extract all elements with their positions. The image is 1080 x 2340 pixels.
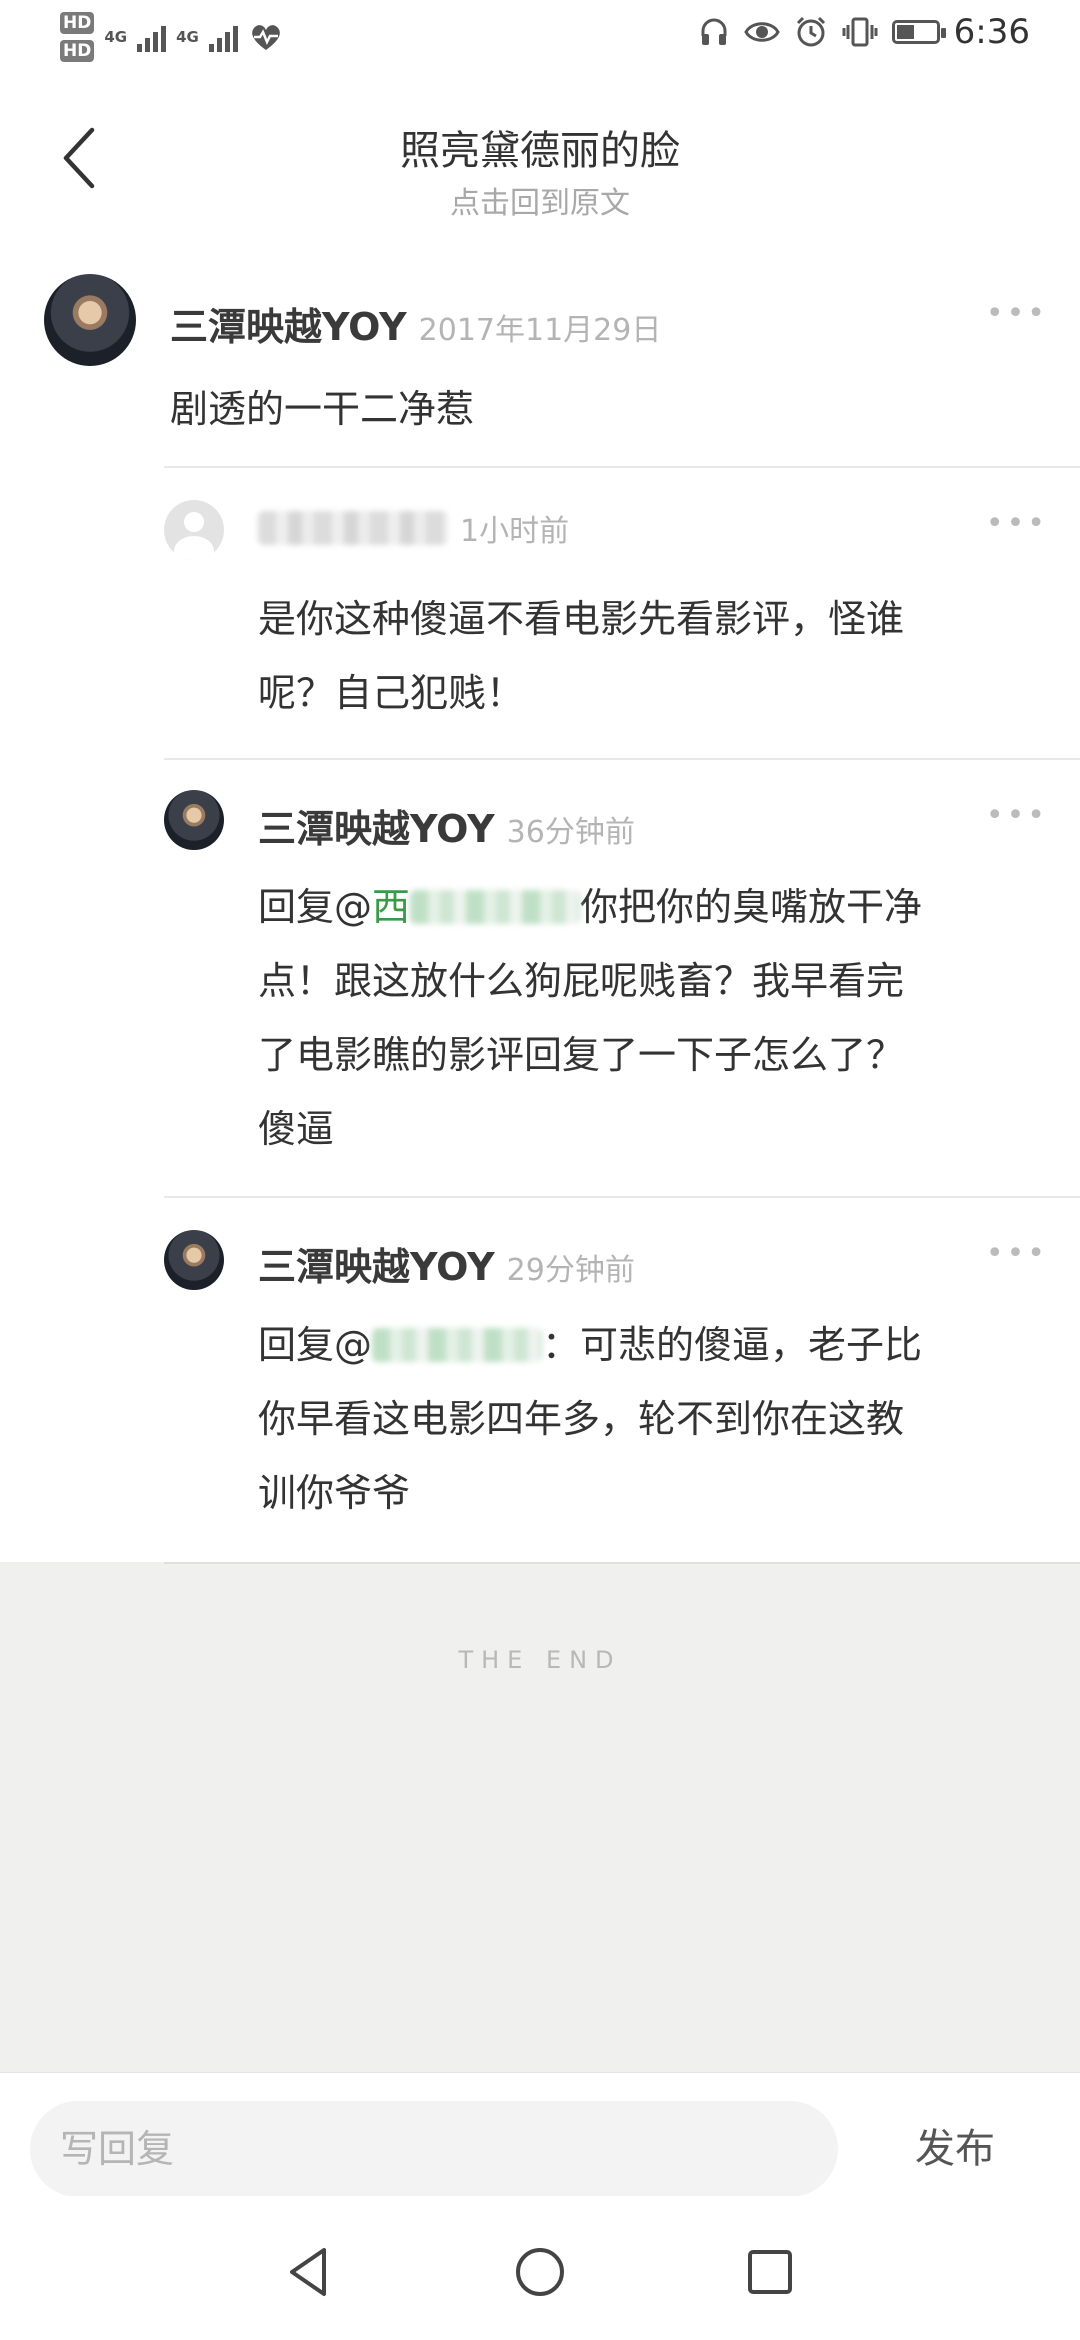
sim1-hd-badge: HD	[60, 12, 95, 34]
more-options-button[interactable]: •••	[986, 1236, 1048, 1271]
sim-indicators: HD HD	[60, 12, 95, 62]
avatar[interactable]	[164, 500, 224, 560]
status-bar: HD HD 4G 4G 6:36	[0, 0, 1080, 80]
reply-header: 三潭映越YOY 36分钟前	[258, 798, 635, 853]
headphones-icon	[701, 18, 727, 45]
network-type-1: 4G	[104, 28, 128, 46]
reply-text: 回复@ ：可悲的傻逼，老子比 你早看这电影四年多，轮不到你在这教 训你爷爷	[258, 1308, 1028, 1530]
reply-line: 回复@ ：可悲的傻逼，老子比	[258, 1308, 1028, 1382]
reply-input[interactable]	[30, 2101, 838, 2197]
more-options-button[interactable]: •••	[986, 506, 1048, 541]
reply-line-tail: 你把你的臭嘴放干净	[580, 885, 923, 929]
divider	[164, 758, 1080, 760]
mention-link[interactable]: 西	[372, 885, 410, 929]
reply-time: 1小时前	[460, 514, 570, 549]
publish-button[interactable]: 发布	[880, 2101, 1030, 2197]
redacted-mention	[372, 1328, 543, 1362]
sim2-hd-badge: HD	[60, 40, 95, 62]
nav-back-icon[interactable]	[280, 2242, 340, 2302]
author-name[interactable]: 三潭映越YOY	[170, 305, 407, 349]
alarm-icon	[796, 16, 825, 47]
end-zone: THE END	[0, 1562, 1080, 2072]
comment-time: 2017年11月29日	[418, 313, 662, 348]
author-name[interactable]: 三潭映越YOY	[258, 807, 495, 851]
header: 照亮黛德丽的脸 点击回到原文	[0, 80, 1080, 240]
reply-time: 29分钟前	[506, 1253, 635, 1288]
avatar[interactable]	[164, 790, 224, 850]
reply-prefix: 回复@	[258, 1323, 373, 1367]
reply-line: 呢？自己犯贱！	[258, 671, 525, 715]
signal-icon	[137, 22, 167, 52]
battery-icon	[891, 20, 946, 44]
reply-header: 1小时前	[258, 506, 569, 550]
vibrate-icon	[842, 17, 878, 47]
network-type-2: 4G	[176, 28, 199, 46]
redacted-mention	[410, 890, 581, 924]
reply-time: 36分钟前	[506, 815, 635, 850]
comment-header: 三潭映越YOY 2017年11月29日	[170, 296, 661, 351]
divider	[164, 1196, 1080, 1198]
eye-icon	[743, 22, 780, 42]
comment-text: 剧透的一干二净惹	[170, 387, 475, 431]
more-options-button[interactable]: •••	[986, 296, 1048, 331]
author-name[interactable]: 三潭映越YOY	[258, 1245, 495, 1289]
reply-line: 了电影瞧的影评回复了一下子怎么了？	[258, 1033, 905, 1077]
divider	[164, 466, 1080, 468]
reply-line: 训你爷爷	[258, 1471, 411, 1515]
reply-line: 回复@西 你把你的臭嘴放干净	[258, 870, 1028, 944]
reply-line: 傻逼	[258, 1107, 335, 1151]
page-title: 照亮黛德丽的脸	[400, 128, 680, 174]
reply-prefix: 回复@	[258, 885, 373, 929]
signal-icon-2	[208, 22, 238, 52]
avatar[interactable]	[44, 274, 136, 366]
compose-bar: 发布	[0, 2072, 1080, 2197]
divider	[164, 1562, 1080, 1564]
heartbeat-icon	[252, 25, 280, 50]
reply-header: 三潭映越YOY 29分钟前	[258, 1236, 635, 1291]
redacted-author-name	[258, 511, 448, 545]
reply-line: 点！跟这放什么狗屁呢贱畜？我早看完	[258, 959, 905, 1003]
reply-line: 是你这种傻逼不看电影先看影评，怪谁	[258, 597, 905, 641]
nav-home-icon[interactable]	[510, 2242, 570, 2302]
status-right: 6:36	[698, 12, 1030, 52]
more-options-button[interactable]: •••	[986, 798, 1048, 833]
reply-line: 你早看这电影四年多，轮不到你在这教	[258, 1397, 905, 1441]
back-to-original-link[interactable]: 点击回到原文	[0, 178, 1080, 222]
reply-line-tail: ：可悲的傻逼，老子比	[542, 1323, 923, 1367]
nav-recents-icon[interactable]	[740, 2242, 800, 2302]
system-nav-bar	[0, 2196, 1080, 2340]
status-left: HD HD 4G 4G	[60, 12, 284, 62]
clock: 6:36	[953, 12, 1030, 52]
end-label: THE END	[458, 1646, 622, 1674]
avatar[interactable]	[164, 1230, 224, 1290]
reply-text: 是你这种傻逼不看电影先看影评，怪谁 呢？自己犯贱！	[258, 582, 1028, 730]
reply-text: 回复@西 你把你的臭嘴放干净 点！跟这放什么狗屁呢贱畜？我早看完 了电影瞧的影评回…	[258, 870, 1028, 1166]
